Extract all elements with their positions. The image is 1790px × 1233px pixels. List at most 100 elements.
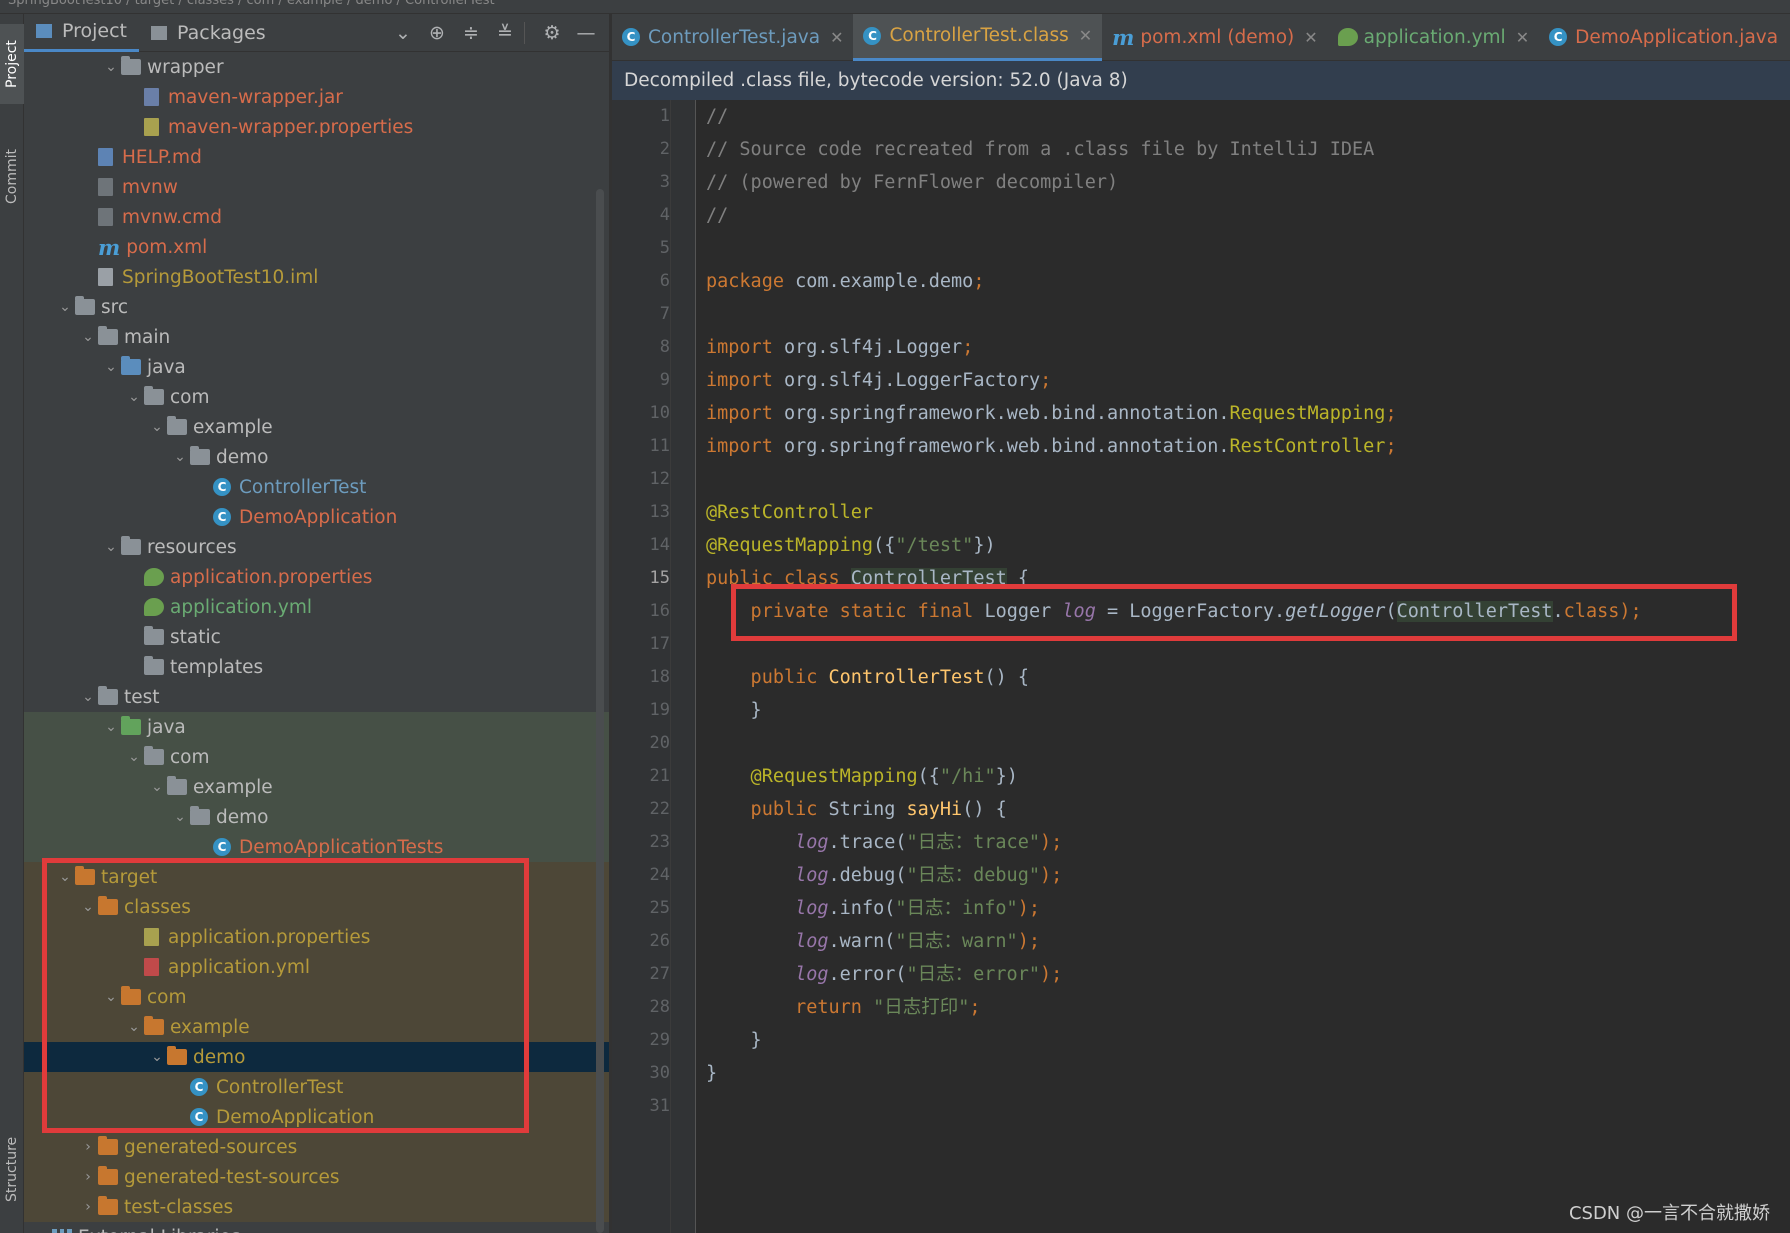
line-number[interactable]: 9 [612, 364, 670, 397]
chevron-down-icon[interactable]: ⌄ [55, 299, 75, 315]
line-number[interactable]: 18 [612, 661, 670, 694]
tree-item[interactable]: ⌄ demo [24, 1042, 609, 1072]
tree-item[interactable]: › generated-sources [24, 1132, 609, 1162]
chevron-down-icon[interactable]: ⌄ [390, 22, 416, 44]
line-number[interactable]: 4 [612, 199, 670, 232]
chevron-down-icon[interactable]: ⌄ [101, 719, 121, 735]
line-number[interactable]: 7 [612, 298, 670, 331]
tree-item[interactable]: ⌄ com [24, 742, 609, 772]
line-number[interactable]: 13 [612, 496, 670, 529]
tree-item[interactable]: application.properties [24, 562, 609, 592]
chevron-down-icon[interactable]: ⌄ [55, 869, 75, 885]
minimize-icon[interactable]: — [573, 22, 599, 44]
chevron-down-icon[interactable]: ⌄ [170, 809, 190, 825]
line-number[interactable]: 27 [612, 958, 670, 991]
tree-item[interactable]: › test-classes [24, 1192, 609, 1222]
tree-item[interactable]: ⌄ com [24, 982, 609, 1012]
chevron-right-icon[interactable]: › [78, 1199, 98, 1215]
close-icon[interactable]: ✕ [1304, 28, 1317, 47]
tree-item[interactable]: application.properties [24, 922, 609, 952]
editor-tab[interactable]: CDemoApplication.java✕ [1539, 14, 1790, 61]
tree-item[interactable]: ⌄ com [24, 382, 609, 412]
chevron-down-icon[interactable]: ⌄ [78, 689, 98, 705]
chevron-down-icon[interactable]: ⌄ [101, 359, 121, 375]
editor-tab[interactable]: C ControllerTest.java ✕ [612, 14, 853, 61]
line-number[interactable]: 20 [612, 727, 670, 760]
tree-item[interactable]: ⌄ demo [24, 442, 609, 472]
chevron-right-icon[interactable]: › [78, 1169, 98, 1185]
chevron-right-icon[interactable]: › [78, 1139, 98, 1155]
tree-item[interactable]: static [24, 622, 609, 652]
gear-icon[interactable]: ⚙ [539, 22, 565, 44]
tree-item[interactable]: maven-wrapper.properties [24, 112, 609, 142]
line-number[interactable]: 29 [612, 1024, 670, 1057]
tree-item[interactable]: application.yml [24, 952, 609, 982]
chevron-down-icon[interactable]: ⌄ [147, 779, 167, 795]
chevron-down-icon[interactable]: ⌄ [78, 329, 98, 345]
chevron-right-icon[interactable]: › [32, 1229, 52, 1233]
close-icon[interactable]: ✕ [830, 28, 843, 47]
tree-item[interactable]: application.yml [24, 592, 609, 622]
tree-item[interactable]: ⌄ example [24, 772, 609, 802]
line-number[interactable]: 3 [612, 166, 670, 199]
tree-item[interactable]: ⌄ classes [24, 892, 609, 922]
tree-item[interactable]: C ControllerTest [24, 472, 609, 502]
line-number[interactable]: 14 [612, 529, 670, 562]
chevron-down-icon[interactable]: ⌄ [147, 419, 167, 435]
tree-item[interactable]: ⌄ wrapper [24, 52, 609, 82]
chevron-down-icon[interactable]: ⌄ [170, 449, 190, 465]
line-number[interactable]: 12 [612, 463, 670, 496]
line-number[interactable]: 30 [612, 1057, 670, 1090]
line-number[interactable]: 22 [612, 793, 670, 826]
line-number[interactable]: 24 [612, 859, 670, 892]
line-number[interactable]: 8 [612, 331, 670, 364]
close-icon[interactable]: ✕ [1079, 26, 1092, 45]
code-area[interactable]: 1 // 2 // Source code recreated from a .cla… [612, 100, 1790, 1123]
line-number[interactable]: 16 [612, 595, 670, 628]
chevron-down-icon[interactable]: ⌄ [101, 59, 121, 75]
chevron-down-icon[interactable]: ⌄ [124, 749, 144, 765]
editor-tab[interactable]: C ControllerTest.class ✕ [853, 14, 1103, 61]
editor-tab[interactable]: application.yml ✕ [1328, 14, 1539, 61]
line-number[interactable]: 2 [612, 133, 670, 166]
tree-item[interactable]: › External Libraries [24, 1222, 609, 1233]
tree-item[interactable]: templates [24, 652, 609, 682]
expand-all-icon[interactable]: ≑ [458, 22, 484, 44]
chevron-down-icon[interactable]: ⌄ [101, 989, 121, 1005]
chevron-down-icon[interactable]: ⌄ [147, 1049, 167, 1065]
tool-tab-structure[interactable]: Structure [0, 1114, 24, 1224]
project-scrollbar[interactable] [596, 189, 604, 1233]
tree-item[interactable]: C DemoApplication [24, 502, 609, 532]
tree-item[interactable]: SpringBootTest10.iml [24, 262, 609, 292]
close-icon[interactable]: ✕ [1516, 28, 1529, 47]
line-number[interactable]: 5 [612, 232, 670, 265]
line-number[interactable]: 17 [612, 628, 670, 661]
line-number[interactable]: 31 [612, 1090, 670, 1123]
tree-item[interactable]: ⌄ java [24, 352, 609, 382]
chevron-down-icon[interactable]: ⌄ [78, 899, 98, 915]
locate-icon[interactable]: ⊕ [424, 22, 450, 44]
tree-item[interactable]: ⌄ demo [24, 802, 609, 832]
line-number[interactable]: 6 [612, 265, 670, 298]
tree-item[interactable]: HELP.md [24, 142, 609, 172]
chevron-down-icon[interactable]: ⌄ [124, 1019, 144, 1035]
tree-item[interactable]: ⌄ main [24, 322, 609, 352]
line-number[interactable]: 15 [612, 562, 670, 595]
line-number[interactable]: 1 [612, 100, 670, 133]
tree-item[interactable]: C DemoApplicationTests [24, 832, 609, 862]
tree-item[interactable]: m pom.xml [24, 232, 609, 262]
tree-item[interactable]: ⌄ resources [24, 532, 609, 562]
tree-item[interactable]: ⌄ target [24, 862, 609, 892]
tree-item[interactable]: › generated-test-sources [24, 1162, 609, 1192]
chevron-down-icon[interactable]: ⌄ [101, 539, 121, 555]
tree-item[interactable]: ⌄ example [24, 1012, 609, 1042]
tree-item[interactable]: mvnw.cmd [24, 202, 609, 232]
tab-project[interactable]: Project [24, 14, 140, 52]
tree-item[interactable]: ⌄ test [24, 682, 609, 712]
line-number[interactable]: 26 [612, 925, 670, 958]
line-number[interactable]: 10 [612, 397, 670, 430]
line-number[interactable]: 25 [612, 892, 670, 925]
tree-item[interactable]: ⌄ src [24, 292, 609, 322]
tree-item[interactable]: C DemoApplication [24, 1102, 609, 1132]
tab-packages[interactable]: Packages [139, 14, 278, 52]
